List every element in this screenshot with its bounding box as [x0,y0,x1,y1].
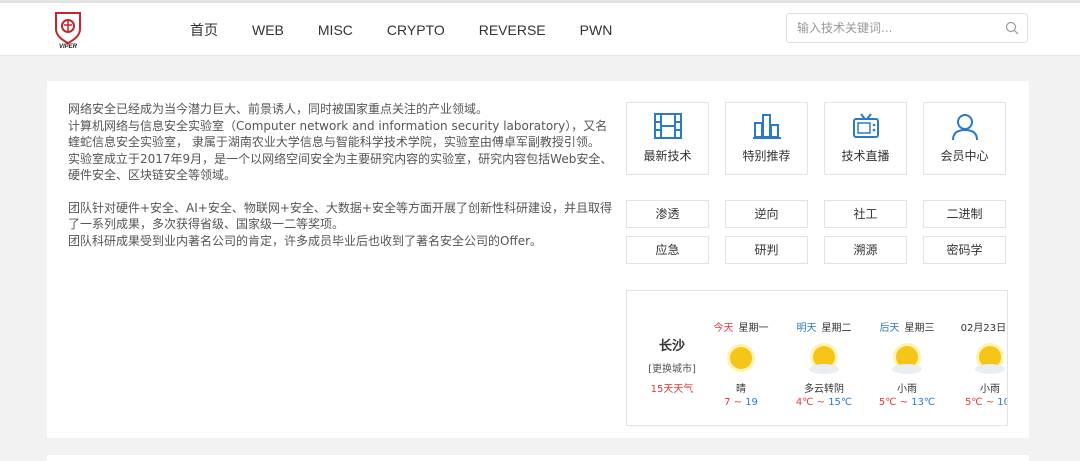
bar-chart-icon [753,114,781,139]
nav-web[interactable]: WEB [252,22,284,38]
day-week: 星期三 [904,323,935,334]
temp-low: 5℃ [878,397,897,408]
sunny-icon [723,342,759,374]
intro-line: 团队针对硬件+安全、AI+安全、物联网+安全、大数据+安全等方面开展了创新性科研… [68,200,612,232]
temp-high: 19 [745,397,758,408]
day-condition: 小雨 [897,384,917,395]
tile-label: 特别推荐 [742,149,791,163]
temp-high: 10° [997,397,1007,408]
day-week: 星期一 [738,323,769,334]
intro-card: 网络安全已经成为当今潜力巨大、前景诱人，同时被国家重点关注的产业领域。 计算机网… [47,81,1029,438]
tile-member[interactable]: 会员中心 [923,102,1006,175]
lab-intro: 网络安全已经成为当今潜力巨大、前景诱人，同时被国家重点关注的产业领域。 计算机网… [68,101,616,249]
tag-binary[interactable]: 二进制 [923,200,1006,228]
day-condition: 晴 [736,384,746,395]
tag-tracing[interactable]: 溯源 [824,236,907,264]
tile-recommend[interactable]: 特别推荐 [725,102,808,175]
nav-misc[interactable]: MISC [318,22,353,38]
light-rain-icon [889,342,925,374]
search-input[interactable] [787,14,987,42]
forecast-day: 02月23日 星 小雨 5℃ ~ 10° [948,319,1007,408]
nav-pwn[interactable]: PWN [580,22,613,38]
tag-social-engineering[interactable]: 社工 [824,200,907,228]
tv-icon [853,113,879,138]
light-rain-icon [972,342,1007,374]
svg-text:VIPER: VIPER [59,44,78,49]
tile-label: 会员中心 [940,149,989,163]
partly-cloudy-icon [806,342,842,374]
intro-line: 网络安全已经成为当今潜力巨大、前景诱人，同时被国家重点关注的产业领域。 [68,102,489,116]
day-tag: 明天 [796,323,817,334]
forecast-day: 明天 星期二 多云转阴 4℃ ~ 15℃ [782,319,866,408]
tile-latest-tech[interactable]: 最新技术 [626,102,709,175]
nav-crypto[interactable]: CRYPTO [387,22,445,38]
tile-label: 最新技术 [643,149,692,163]
nav-reverse[interactable]: REVERSE [479,22,546,38]
day-condition: 小雨 [980,384,1000,395]
tile-live[interactable]: 技术直播 [824,102,907,175]
tag-penetration[interactable]: 渗透 [626,200,709,228]
next-section-card [47,455,1029,461]
forecast-day: 后天 星期三 小雨 5℃ ~ 13℃ [865,319,949,408]
tag-reverse[interactable]: 逆向 [725,200,808,228]
intro-line: 计算机网络与信息安全实验室（Computer network and infor… [68,118,608,150]
main-nav: 首页 WEB MISC CRYPTO REVERSE PWN [190,3,646,56]
film-icon [654,113,682,139]
day-week: 02月23日 星 [960,323,1007,334]
search-icon[interactable] [1005,21,1019,35]
day-temp: 4℃ ~ 15℃ [795,397,853,408]
temp-high: 13℃ [911,397,936,408]
day-temp: 7 ~ 19 [724,397,758,408]
day-week: 星期二 [821,323,852,334]
header: VIPER 首页 WEB MISC CRYPTO REVERSE PWN [0,3,1080,56]
day-tag: 今天 [713,323,734,334]
tag-analysis[interactable]: 研判 [725,236,808,264]
weather-widget: 长沙 [更换城市] 15天天气 今天 星期一 晴 7 ~ 19 明天 星期二 多云转… [626,290,1008,426]
intro-line: 团队科研成果受到业内著名公司的肯定，许多成员毕业后也收到了著名安全公司的Offe… [68,233,543,248]
tag-emergency[interactable]: 应急 [626,236,709,264]
forecast-day: 今天 星期一 晴 7 ~ 19 [699,319,783,408]
temp-high: 15℃ [828,397,853,408]
user-icon [952,114,978,141]
temp-low: 4℃ [795,397,814,408]
intro-line: 实验室成立于2017年9月，是一个以网络空间安全为主要研究内容的实验室，研究内容… [68,151,613,183]
nav-home[interactable]: 首页 [190,20,218,40]
day-temp: 5℃ ~ 10° [948,397,1007,408]
day-temp: 5℃ ~ 13℃ [878,397,936,408]
search-box [786,13,1028,43]
tile-label: 技术直播 [841,149,890,163]
day-condition: 多云转阴 [804,384,844,395]
day-tag: 后天 [879,323,900,334]
tag-cryptography[interactable]: 密码学 [923,236,1006,264]
temp-low: 5℃ [964,397,983,408]
viper-logo[interactable]: VIPER [50,9,86,50]
